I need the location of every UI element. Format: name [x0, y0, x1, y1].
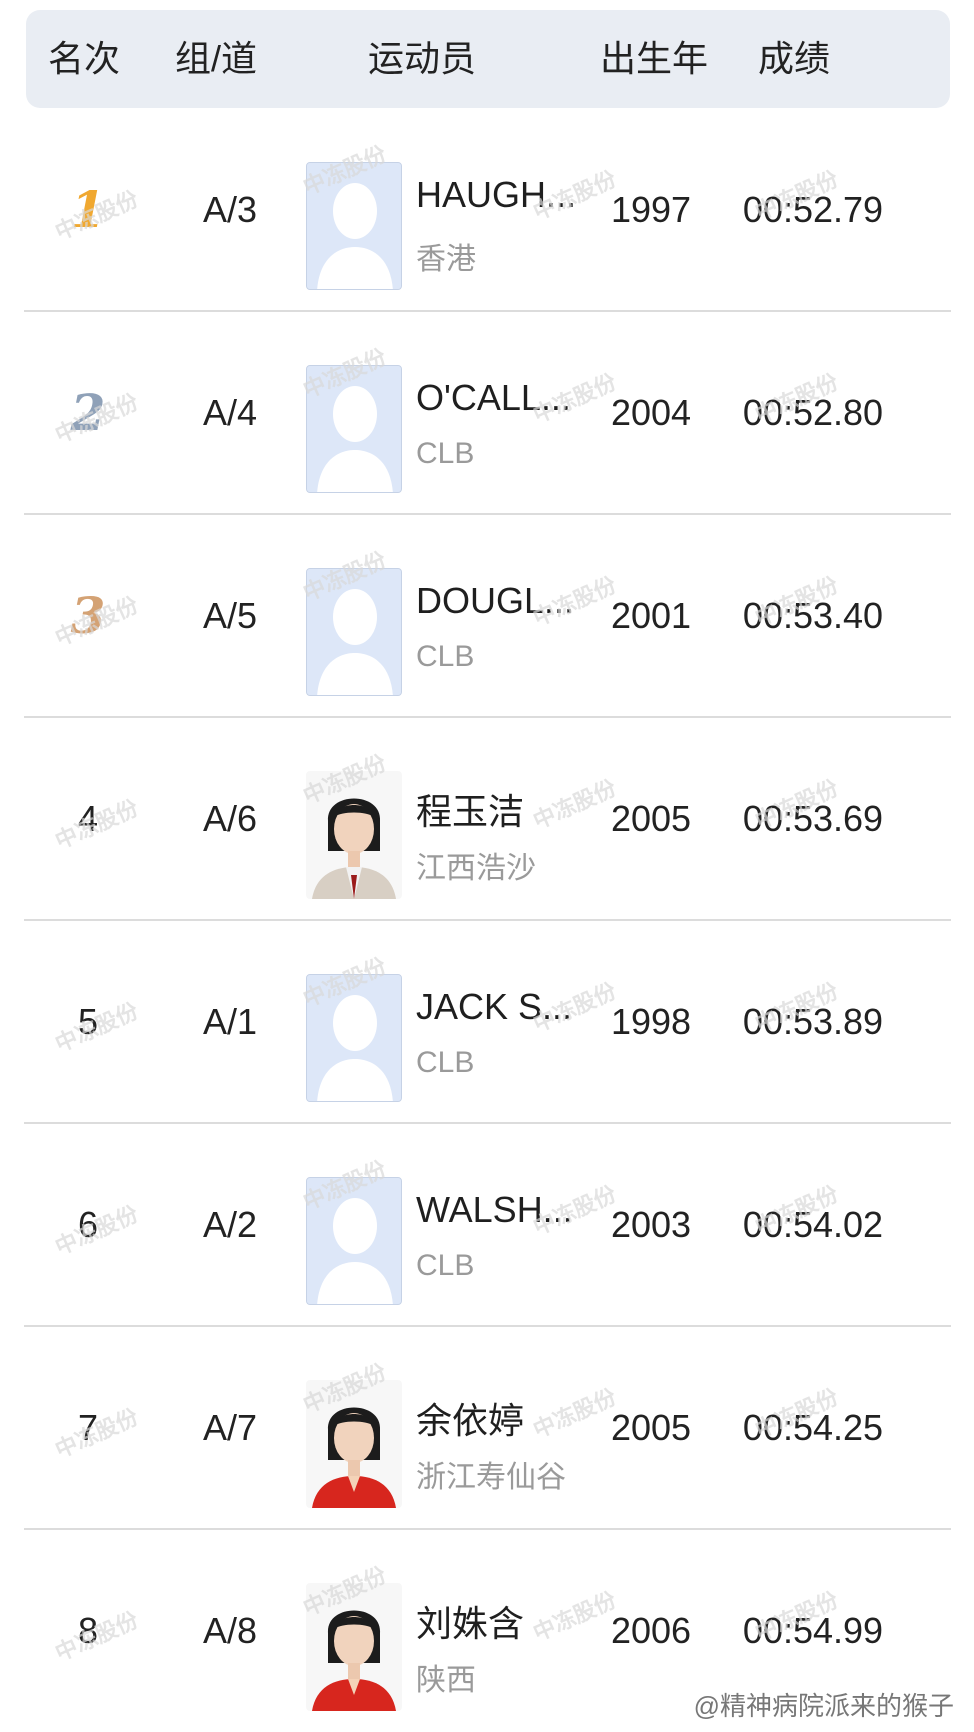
- athlete-team: 香港: [416, 243, 476, 276]
- athlete-team: CLB: [416, 640, 475, 673]
- result-time: 00:52.80: [742, 392, 884, 433]
- result-time: 00:53.69: [742, 798, 884, 839]
- birth-year: 2005: [610, 1407, 692, 1448]
- birth-year: 1998: [610, 1001, 692, 1042]
- table-row[interactable]: 1 A/3 HAUGH... 香港 1997 00:52.79 中冻股份 中冻股份 中冻股份中…: [0, 108, 974, 312]
- table-row[interactable]: 2 A/4 O'CALL... CLB 2004 00:52.80 中冻股份 中冻股份 中冻股…: [0, 311, 974, 515]
- group-lane: A/7: [202, 1407, 258, 1448]
- birth-year: 2005: [610, 798, 692, 839]
- table-row[interactable]: 5 A/1 JACK S... CLB 1998 00:53.89 中冻股份 中冻股份 中冻股…: [0, 920, 974, 1124]
- result-time: 00:52.79: [742, 189, 884, 230]
- result-time: 00:53.40: [742, 595, 884, 636]
- weibo-watermark: @精神病院派来的猴子: [687, 1684, 960, 1725]
- group-lane: A/1: [202, 1001, 258, 1042]
- result-time: 00:53.89: [742, 1001, 884, 1042]
- result-time: 00:54.02: [742, 1204, 884, 1245]
- birth-year: 2001: [610, 595, 692, 636]
- table-row[interactable]: 3 A/5 DOUGL... CLB 2001 00:53.40 中冻股份 中冻股份 中冻股份…: [0, 514, 974, 718]
- table-row[interactable]: 7 A/7 余依婷 浙江寿仙谷 2005 00:54.25 中冻股份 中冻股份 中冻股份 中冻股…: [0, 1326, 974, 1530]
- birth-year: 1997: [610, 189, 692, 230]
- results-table-header: 名次 组/道 运动员 出生年 成绩: [26, 10, 950, 108]
- group-lane: A/4: [202, 392, 258, 433]
- group-lane: A/6: [202, 798, 258, 839]
- athlete-team: 浙江寿仙谷: [416, 1461, 566, 1494]
- header-athlete: 运动员: [367, 38, 476, 79]
- athlete-team: 江西浩沙: [416, 852, 536, 885]
- group-lane: A/2: [202, 1204, 258, 1245]
- group-lane: A/5: [202, 595, 258, 636]
- header-lane: 组/道: [174, 38, 257, 79]
- birth-year: 2004: [610, 392, 692, 433]
- header-rank: 名次: [47, 38, 120, 79]
- birth-year: 2003: [610, 1204, 692, 1245]
- header-birth-year: 出生年: [599, 38, 708, 79]
- result-time: 00:54.25: [742, 1407, 884, 1448]
- group-lane: A/8: [202, 1610, 258, 1651]
- group-lane: A/3: [202, 189, 258, 230]
- table-row[interactable]: 6 A/2 WALSH... CLB 2003 00:54.02 中冻股份 中冻股份 中冻股份…: [0, 1123, 974, 1327]
- athlete-team: CLB: [416, 1046, 475, 1079]
- athlete-team: 陕西: [416, 1664, 476, 1697]
- header-result: 成绩: [757, 38, 830, 79]
- athlete-team: CLB: [416, 437, 475, 470]
- table-row[interactable]: 4 A/6 程玉洁 江西浩沙 2005 00:53.69 中冻股份 中冻股份 中冻股份 中冻股份: [0, 717, 974, 921]
- athlete-team: CLB: [416, 1249, 475, 1282]
